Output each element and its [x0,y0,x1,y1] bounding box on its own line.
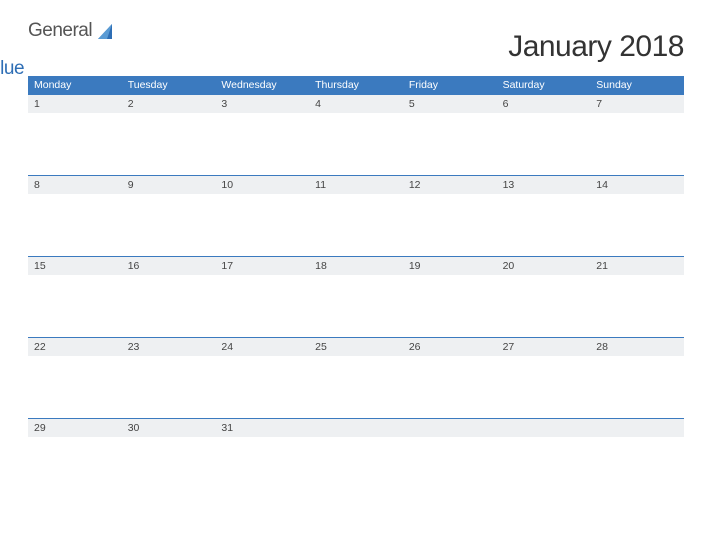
day-body [590,437,684,499]
day-body [403,356,497,418]
date-cell: 17 [215,257,309,275]
day-body [122,275,216,337]
day-body [28,437,122,499]
day-body [215,113,309,175]
date-cell: 14 [590,176,684,194]
day-body [309,437,403,499]
day-body [122,113,216,175]
day-body [497,275,591,337]
day-body [215,194,309,256]
date-cell: 3 [215,95,309,113]
weekday-header: Saturday [497,76,591,94]
day-body [590,194,684,256]
date-cell [590,419,684,437]
day-body [497,194,591,256]
date-cell: 9 [122,176,216,194]
day-body [122,437,216,499]
day-body [590,113,684,175]
day-body [497,356,591,418]
brand-sail-icon [98,24,116,45]
day-body [28,194,122,256]
date-cell: 10 [215,176,309,194]
weekday-header: Thursday [309,76,403,94]
date-cell: 4 [309,95,403,113]
date-cell: 16 [122,257,216,275]
weekday-header: Monday [28,76,122,94]
date-cell: 7 [590,95,684,113]
date-cell [309,419,403,437]
date-cell: 26 [403,338,497,356]
page-title: January 2018 [508,30,684,64]
day-body [497,437,591,499]
day-body [403,275,497,337]
date-cell: 23 [122,338,216,356]
day-body [215,356,309,418]
calendar-grid: Monday Tuesday Wednesday Thursday Friday… [28,76,684,499]
date-cell: 6 [497,95,591,113]
date-cell: 29 [28,419,122,437]
week-date-row: 1 2 3 4 5 6 7 [28,94,684,113]
day-body [309,275,403,337]
day-body [28,356,122,418]
week-body-row [28,356,684,418]
day-body [590,275,684,337]
date-cell [497,419,591,437]
day-body [122,194,216,256]
week-body-row [28,275,684,337]
date-cell: 24 [215,338,309,356]
date-cell: 31 [215,419,309,437]
date-cell: 22 [28,338,122,356]
day-body [122,356,216,418]
date-cell: 20 [497,257,591,275]
weekday-header: Tuesday [122,76,216,94]
weekday-header: Sunday [590,76,684,94]
week-date-row: 8 9 10 11 12 13 14 [28,175,684,194]
date-cell: 21 [590,257,684,275]
weekday-header-row: Monday Tuesday Wednesday Thursday Friday… [28,76,684,94]
date-cell: 27 [497,338,591,356]
date-cell: 18 [309,257,403,275]
brand-word-general: General [28,20,92,42]
date-cell: 13 [497,176,591,194]
weekday-header: Wednesday [215,76,309,94]
date-cell: 25 [309,338,403,356]
day-body [403,194,497,256]
weekday-header: Friday [403,76,497,94]
week-date-row: 22 23 24 25 26 27 28 [28,337,684,356]
day-body [309,113,403,175]
date-cell: 1 [28,95,122,113]
day-body [590,356,684,418]
day-body [215,437,309,499]
day-body [215,275,309,337]
date-cell [403,419,497,437]
day-body [28,113,122,175]
date-cell: 11 [309,176,403,194]
week-date-row: 15 16 17 18 19 20 21 [28,256,684,275]
header: General Blue January 2018 [28,20,684,64]
date-cell: 12 [403,176,497,194]
day-body [403,437,497,499]
date-cell: 8 [28,176,122,194]
date-cell: 30 [122,419,216,437]
week-body-row [28,194,684,256]
day-body [28,275,122,337]
week-date-row: 29 30 31 [28,418,684,437]
brand-word-blue: Blue [0,58,24,80]
day-body [403,113,497,175]
week-body-row [28,437,684,499]
day-body [309,356,403,418]
day-body [309,194,403,256]
date-cell: 2 [122,95,216,113]
brand-logo: General Blue [28,20,118,64]
date-cell: 19 [403,257,497,275]
date-cell: 5 [403,95,497,113]
date-cell: 15 [28,257,122,275]
day-body [497,113,591,175]
date-cell: 28 [590,338,684,356]
week-body-row [28,113,684,175]
